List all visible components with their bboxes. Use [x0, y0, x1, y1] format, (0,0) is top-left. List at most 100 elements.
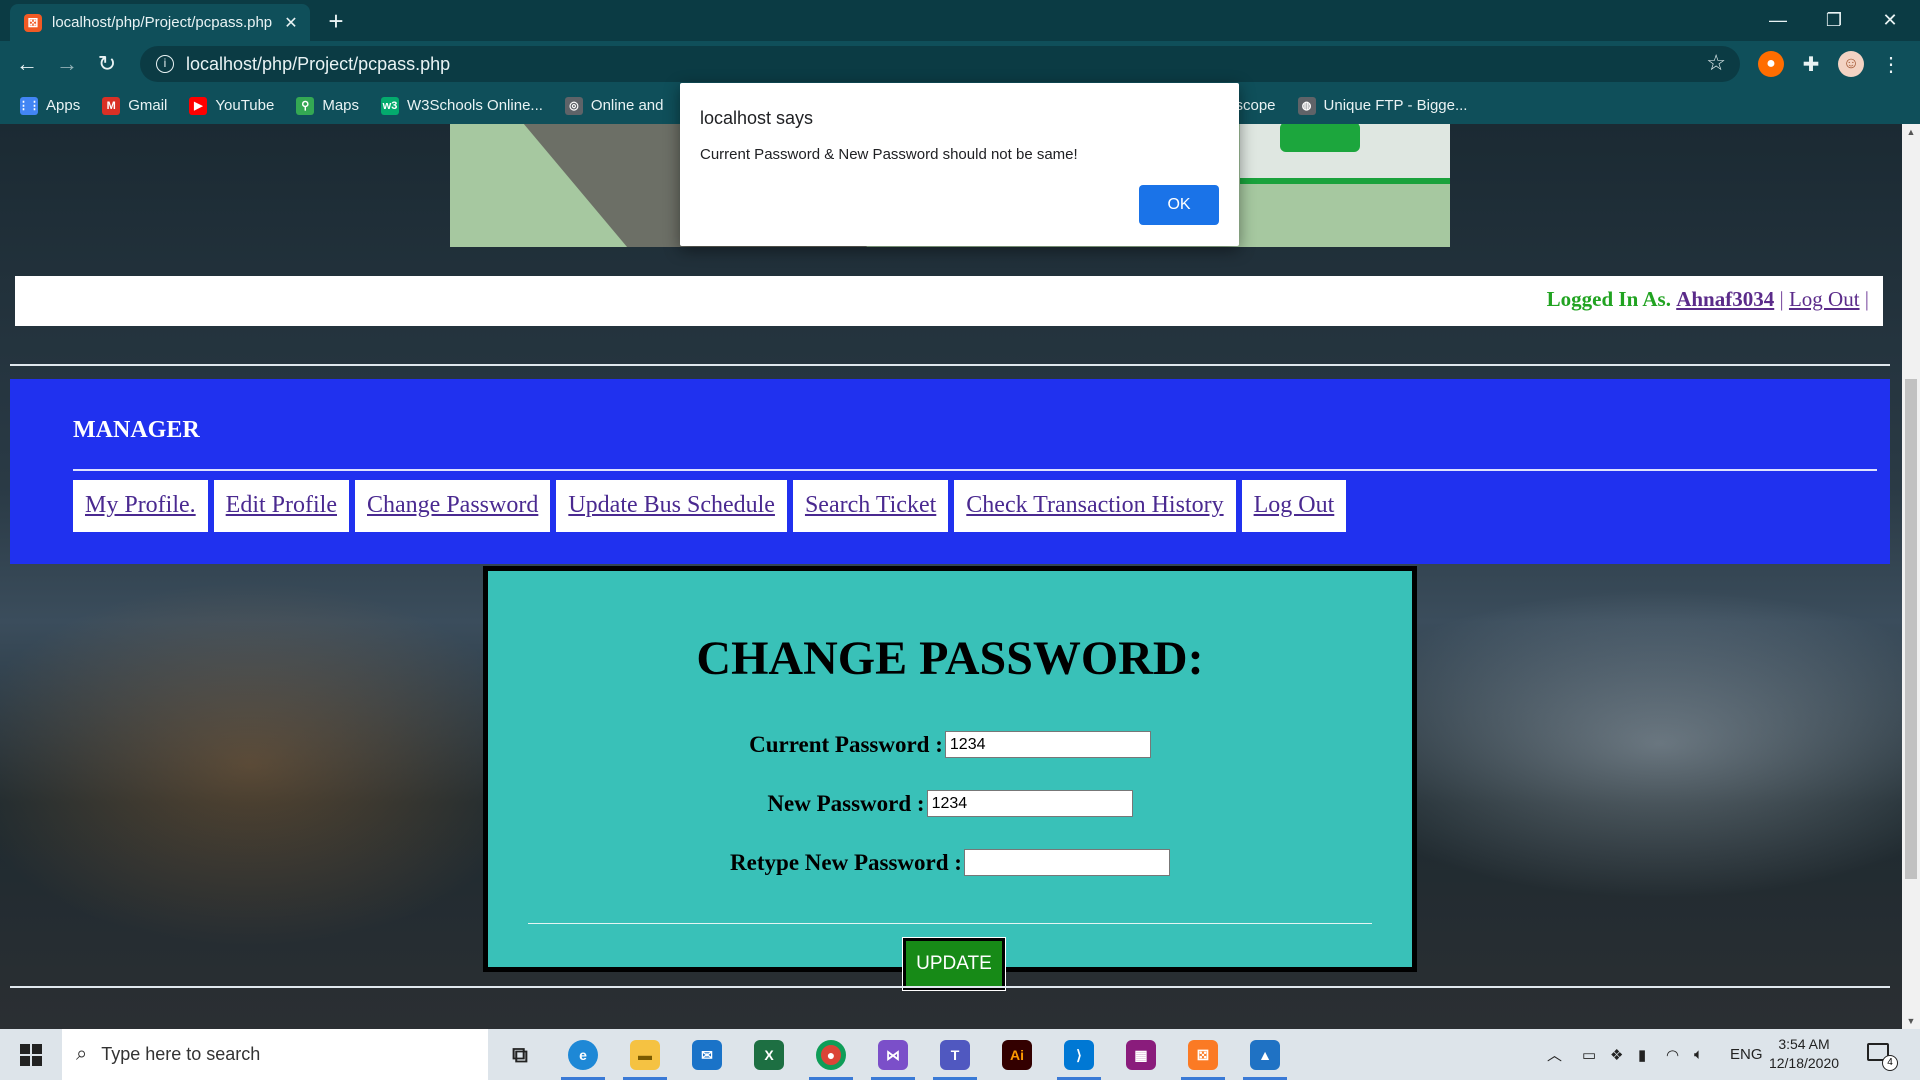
- battery-icon[interactable]: ▮: [1638, 1029, 1646, 1080]
- winrar-icon[interactable]: ▦: [1113, 1033, 1169, 1077]
- search-placeholder: Type here to search: [101, 1044, 261, 1064]
- search-icon: ⌕: [76, 1043, 88, 1065]
- address-url: localhost/php/Project/pcpass.php: [186, 53, 451, 74]
- address-bar[interactable]: i localhost/php/Project/pcpass.php ☆: [140, 46, 1740, 82]
- notification-count: 4: [1882, 1055, 1898, 1071]
- bookmark-online[interactable]: ◎ Online and: [564, 96, 663, 115]
- back-button[interactable]: ←: [12, 49, 42, 79]
- xampp-icon[interactable]: ⚄: [1175, 1033, 1231, 1080]
- gmail-icon: M: [102, 96, 121, 115]
- chrome-icon[interactable]: ●: [803, 1033, 859, 1080]
- illustrator-icon[interactable]: Ai: [989, 1033, 1045, 1077]
- ok-button[interactable]: OK: [1139, 185, 1219, 225]
- wifi-icon[interactable]: ◠: [1666, 1029, 1679, 1080]
- youtube-icon: ▶: [189, 96, 208, 115]
- chrome-menu-icon[interactable]: ⋮: [1878, 51, 1904, 77]
- file-explorer-icon[interactable]: ▬: [617, 1033, 673, 1080]
- current-password-label: Current Password :: [749, 731, 943, 757]
- profile-avatar[interactable]: ☺: [1838, 51, 1864, 77]
- menu-change-password[interactable]: Change Password: [355, 480, 551, 532]
- separator: |: [1779, 287, 1784, 311]
- form-title: CHANGE PASSWORD:: [696, 632, 1204, 685]
- manager-nav-section: MANAGER My Profile. Edit Profile Change …: [10, 379, 1890, 564]
- current-password-row: Current Password :: [488, 731, 1412, 758]
- change-password-panel: CHANGE PASSWORD: Current Password : New …: [483, 566, 1417, 991]
- task-view-button[interactable]: ⧉: [492, 1033, 548, 1077]
- scroll-up-icon[interactable]: ▲: [1902, 124, 1920, 140]
- bookmark-w3schools[interactable]: w3 W3Schools Online...: [381, 96, 543, 115]
- browser-toolbar: ← → ↻ i localhost/php/Project/pcpass.php…: [0, 41, 1920, 87]
- manager-menu: My Profile. Edit Profile Change Password…: [73, 480, 1352, 532]
- page-scrollbar[interactable]: ▲ ▼: [1902, 124, 1920, 1029]
- excel-icon[interactable]: X: [741, 1033, 797, 1077]
- divider: [10, 986, 1890, 988]
- divider: [528, 923, 1372, 924]
- bookmark-star-icon[interactable]: ☆: [1706, 50, 1726, 76]
- dropbox-icon[interactable]: ❖: [1610, 1029, 1623, 1080]
- device-icon[interactable]: ▭: [1582, 1029, 1596, 1080]
- photos-icon[interactable]: ▲: [1237, 1033, 1293, 1080]
- maps-icon: ⚲: [296, 96, 315, 115]
- volume-icon[interactable]: 🔈︎: [1694, 1029, 1703, 1080]
- scroll-down-icon[interactable]: ▼: [1902, 1013, 1920, 1029]
- taskbar-search-box[interactable]: ⌕ Type here to search: [62, 1029, 488, 1080]
- extensions-puzzle-icon[interactable]: ✚: [1798, 51, 1824, 77]
- current-password-input[interactable]: [944, 731, 1151, 758]
- menu-search-ticket[interactable]: Search Ticket: [792, 480, 949, 532]
- mail-icon[interactable]: ✉: [679, 1033, 735, 1077]
- clock-time: 3:54 AM: [1778, 1036, 1830, 1052]
- globe-icon: ◎: [564, 96, 583, 115]
- bookmark-unique-ftp[interactable]: ◍ Unique FTP - Bigge...: [1297, 96, 1467, 115]
- login-status-bar: Logged In As. Ahnaf3034 | Log Out |: [15, 276, 1883, 326]
- update-button[interactable]: UPDATE: [902, 937, 1006, 991]
- extension-fire-icon[interactable]: ●: [1758, 51, 1784, 77]
- page-viewport: Logged In As. Ahnaf3034 | Log Out | MANA…: [0, 124, 1902, 1029]
- browser-tab[interactable]: ⚄ localhost/php/Project/pcpass.php ✕: [10, 4, 310, 41]
- w3schools-icon: w3: [381, 96, 400, 115]
- action-center-button[interactable]: 4: [1864, 1039, 1898, 1071]
- alert-dialog: localhost says Current Password & New Pa…: [680, 83, 1239, 246]
- show-hidden-icons[interactable]: ︿: [1547, 1029, 1562, 1080]
- language-indicator[interactable]: ENG: [1730, 1029, 1763, 1080]
- header-logout-link[interactable]: Log Out: [1789, 287, 1860, 311]
- new-password-label: New Password :: [767, 790, 925, 816]
- teams-icon[interactable]: T: [927, 1033, 983, 1080]
- divider: [10, 364, 1890, 366]
- clock-date: 12/18/2020: [1768, 1055, 1840, 1071]
- windows-logo-icon: [20, 1043, 42, 1066]
- menu-edit-profile[interactable]: Edit Profile: [213, 480, 349, 532]
- bookmark-youtube[interactable]: ▶ YouTube: [189, 96, 274, 115]
- site-info-icon[interactable]: i: [156, 55, 174, 73]
- menu-check-transaction-history[interactable]: Check Transaction History: [954, 480, 1236, 532]
- close-window-button[interactable]: ✕: [1862, 0, 1918, 41]
- username-link[interactable]: Ahnaf3034: [1676, 287, 1774, 311]
- bookmark-apps[interactable]: ⋮⋮ Apps: [18, 96, 80, 115]
- visual-studio-icon[interactable]: ⋈: [865, 1033, 921, 1080]
- bookmark-scope[interactable]: scope: [1235, 97, 1275, 114]
- system-clock[interactable]: 3:54 AM 12/18/2020: [1762, 1035, 1846, 1073]
- vscode-icon[interactable]: ⟩: [1051, 1033, 1107, 1080]
- new-password-row: New Password :: [488, 790, 1412, 817]
- start-button[interactable]: [0, 1029, 62, 1080]
- new-tab-button[interactable]: +: [322, 8, 350, 36]
- menu-update-bus-schedule[interactable]: Update Bus Schedule: [556, 480, 787, 532]
- dialog-title: localhost says: [700, 108, 814, 128]
- new-password-input[interactable]: [926, 790, 1133, 817]
- forward-button[interactable]: →: [52, 49, 82, 79]
- minimize-button[interactable]: —: [1750, 0, 1806, 41]
- menu-log-out[interactable]: Log Out: [1241, 480, 1347, 532]
- bookmark-maps[interactable]: ⚲ Maps: [296, 96, 359, 115]
- reload-button[interactable]: ↻: [92, 49, 122, 79]
- retype-password-input[interactable]: [963, 849, 1170, 876]
- scrollbar-thumb[interactable]: [1905, 379, 1917, 879]
- dialog-message: Current Password & New Password should n…: [700, 146, 1078, 163]
- bookmark-gmail[interactable]: M Gmail: [102, 96, 167, 115]
- apps-grid-icon: ⋮⋮: [18, 96, 40, 115]
- menu-my-profile[interactable]: My Profile.: [73, 480, 208, 532]
- banner-bus: [1280, 124, 1360, 152]
- tab-close-icon[interactable]: ✕: [282, 13, 300, 33]
- edge-icon[interactable]: e: [555, 1033, 611, 1080]
- manager-heading: MANAGER: [73, 417, 200, 443]
- restore-button[interactable]: ❐: [1806, 0, 1862, 41]
- logged-in-label: Logged In As.: [1546, 287, 1671, 311]
